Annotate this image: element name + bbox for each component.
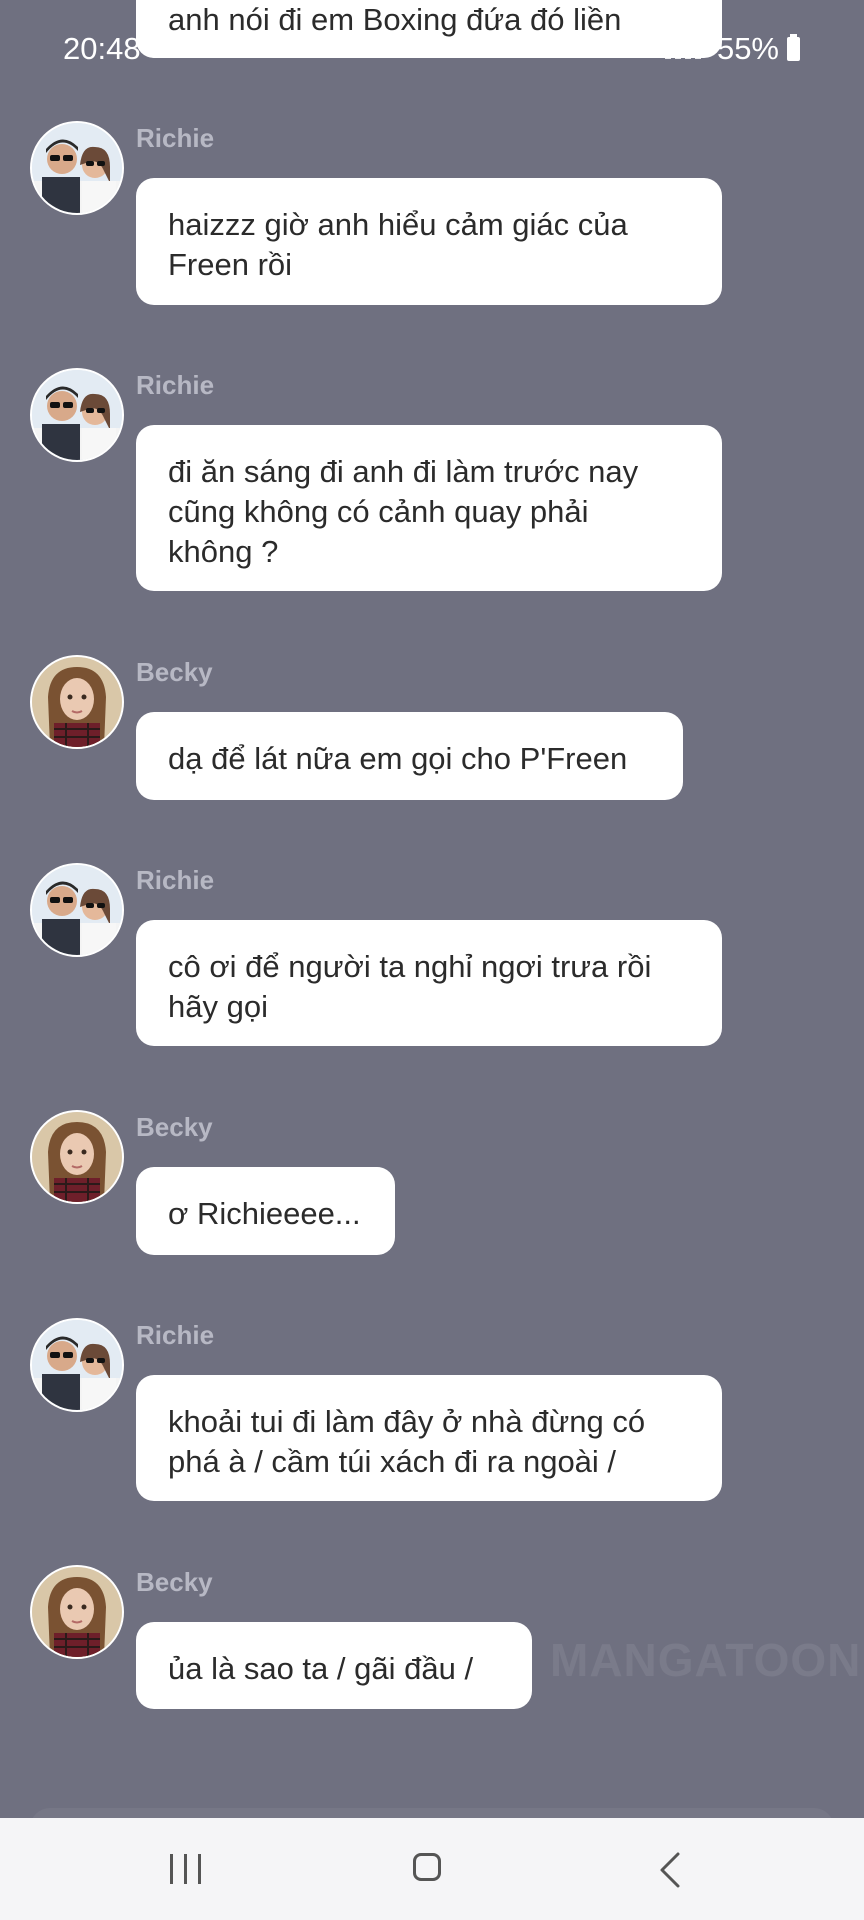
avatar-richie[interactable] [30, 368, 124, 462]
recents-icon[interactable] [156, 1848, 216, 1892]
sender-name: Richie [136, 123, 215, 153]
message-text: ơ Richieeee... [168, 1196, 361, 1231]
message-text: khoải tui đi làm đây ở nhà đừng có phá à… [168, 1404, 646, 1479]
message-bubble: khoải tui đi làm đây ở nhà đừng có phá à… [136, 1375, 722, 1501]
message-text: dạ để lát nữa em gọi cho P'Freen [168, 741, 628, 776]
sender-name: Richie [136, 370, 215, 400]
sender-name: Becky [136, 657, 213, 687]
message-bubble: đi ăn sáng đi anh đi làm trước nay cũng … [136, 425, 722, 591]
message-bubble: dạ để lát nữa em gọi cho P'Freen [136, 712, 683, 800]
chat-screen: anh nói đi em Boxing đứa đó liền 20:48 5… [0, 0, 864, 1920]
battery-percent: 55% [716, 31, 779, 66]
notification-icons [150, 40, 260, 60]
message-text: cô ơi để người ta nghỉ ngơi trưa rồi hãy… [168, 949, 652, 1024]
message-bubble: ơ Richieeee... [136, 1167, 395, 1255]
status-time: 20:48 [63, 31, 141, 66]
battery-icon [787, 34, 800, 61]
status-bar: 20:48 55% [0, 0, 864, 96]
sender-name: Becky [136, 1567, 213, 1597]
notification-icon [150, 40, 172, 58]
back-icon[interactable] [640, 1848, 700, 1892]
avatar-richie[interactable] [30, 863, 124, 957]
avatar-becky[interactable] [30, 655, 124, 749]
avatar-becky[interactable] [30, 1565, 124, 1659]
notification-icon [230, 40, 252, 58]
avatar-becky[interactable] [30, 1110, 124, 1204]
message-bubble: haizzz giờ anh hiểu cảm giác của Freen r… [136, 178, 722, 305]
avatar-richie[interactable] [30, 1318, 124, 1412]
signal-icon [664, 39, 709, 59]
message-text: đi ăn sáng đi anh đi làm trước nay cũng … [168, 454, 639, 569]
notification-icon [190, 40, 212, 58]
home-icon[interactable] [397, 1848, 457, 1892]
sender-name: Richie [136, 1320, 215, 1350]
message-text: haizzz giờ anh hiểu cảm giác của Freen r… [168, 207, 628, 282]
status-right-group: 55% [664, 31, 800, 67]
system-nav-bar [0, 1818, 864, 1920]
message-bubble: cô ơi để người ta nghỉ ngơi trưa rồi hãy… [136, 920, 722, 1046]
sender-name: Richie [136, 865, 215, 895]
message-bubble: ủa là sao ta / gãi đầu / [136, 1622, 532, 1709]
message-text: ủa là sao ta / gãi đầu / [168, 1651, 474, 1686]
avatar-richie[interactable] [30, 121, 124, 215]
sender-name: Becky [136, 1112, 213, 1142]
watermark: MANGATOON [550, 1634, 862, 1686]
